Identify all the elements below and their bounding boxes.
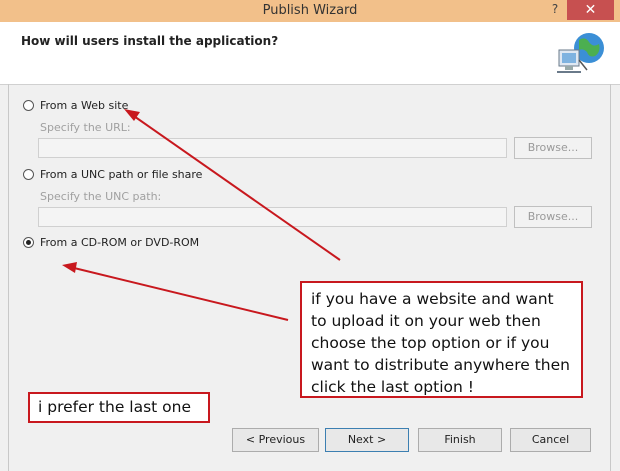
previous-button[interactable]: < Previous — [232, 428, 319, 452]
next-button[interactable]: Next > — [325, 428, 409, 452]
cancel-button[interactable]: Cancel — [510, 428, 591, 452]
annotation-main-note: if you have a website and want to upload… — [300, 281, 583, 398]
annotation-small-note: i prefer the last one — [28, 392, 210, 423]
arrow-to-web-site — [130, 113, 341, 261]
finish-button[interactable]: Finish — [418, 428, 502, 452]
arrow-head-cd-dvd — [62, 262, 77, 273]
arrow-to-cd-dvd — [69, 266, 289, 321]
